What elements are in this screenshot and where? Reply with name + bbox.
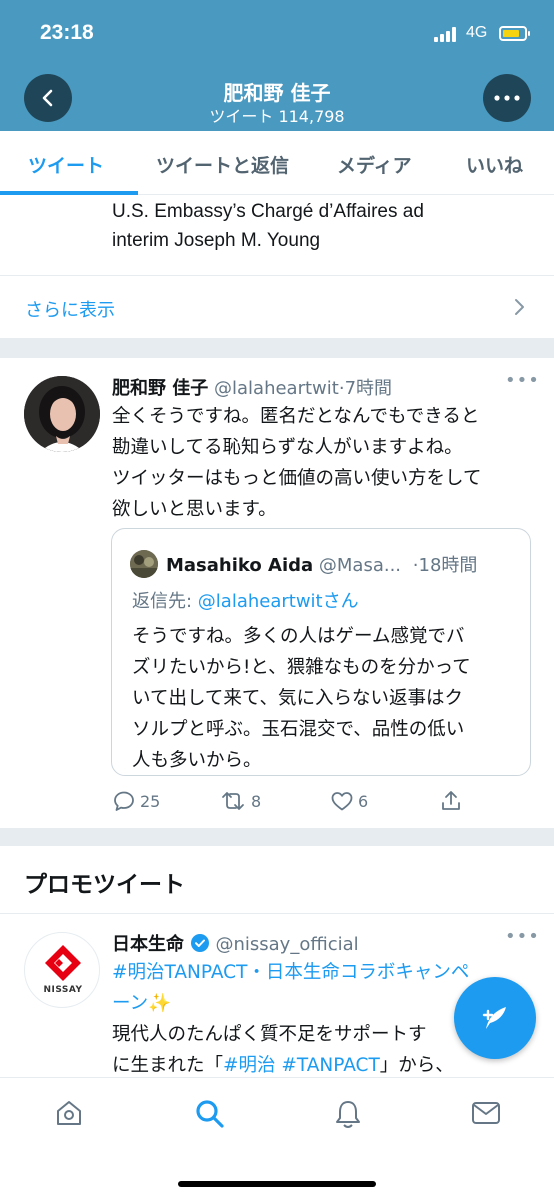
prev-tweet-text: U.S. Embassy’s Chargé d’Affaires ad inte… bbox=[112, 197, 424, 255]
retweet-count: 8 bbox=[251, 791, 262, 811]
tweet-header: 肥和野 佳子 @lalaheartwit·7時間 bbox=[112, 374, 392, 400]
messages-icon[interactable] bbox=[470, 1098, 502, 1128]
promo-avatar[interactable]: NISSAY bbox=[24, 932, 100, 1008]
divider bbox=[0, 913, 554, 914]
like-icon bbox=[331, 792, 353, 811]
reply-count: 25 bbox=[140, 791, 161, 811]
reply-button[interactable]: 25 bbox=[112, 789, 160, 813]
hashtag-link[interactable]: #明治 #TANPACT bbox=[223, 1055, 380, 1076]
section-gap bbox=[0, 338, 554, 358]
show-more-link[interactable]: さらに表示 bbox=[25, 296, 115, 322]
quote-avatar bbox=[130, 550, 158, 578]
prev-tweet-line: interim Joseph M. Young bbox=[112, 230, 321, 251]
profile-name: 肥和野 佳子 bbox=[223, 81, 331, 105]
tweet-author-handle[interactable]: @lalaheartwit bbox=[214, 378, 339, 399]
tweet-text-line: 勘違いしてる恥知らずな人がいますよね。 bbox=[112, 437, 463, 458]
home-indicator bbox=[178, 1181, 376, 1187]
quote-text: そうですね。多くの人はゲーム感覚でバ ズリたいから!と、猥雑なものを分かって い… bbox=[132, 621, 520, 776]
tab-tweets-replies[interactable]: ツイートと返信 bbox=[156, 151, 289, 178]
quote-text-line: いて出して来て、気に入らない返事はク bbox=[132, 688, 463, 709]
promo-menu-icon[interactable]: ••• bbox=[505, 926, 540, 947]
active-tab-indicator bbox=[0, 191, 138, 195]
status-bar: 23:18 4G bbox=[0, 0, 554, 66]
hashtag-link[interactable]: ーン bbox=[112, 993, 148, 1014]
hashtag-link[interactable]: #明治TANPACT・日本生命コラボキャンペ bbox=[112, 962, 469, 983]
compose-icon bbox=[482, 1007, 506, 1029]
quoted-tweet[interactable]: Masahiko Aida @Masa... ·18時間 返信先: @lalah… bbox=[111, 528, 531, 776]
like-count: 6 bbox=[358, 791, 369, 811]
sparkles-emoji: ✨ bbox=[148, 993, 172, 1014]
tweet-text-line: 欲しいと思います。 bbox=[112, 499, 277, 520]
share-icon bbox=[442, 791, 460, 810]
tweet-time: ·7時間 bbox=[338, 378, 393, 399]
quote-header: Masahiko Aida @Masa... ·18時間 bbox=[166, 551, 477, 577]
like-button[interactable]: 6 bbox=[330, 789, 368, 813]
promo-author-name[interactable]: 日本生命 bbox=[112, 934, 184, 955]
profile-header: 23:18 4G 肥和野 佳子 ツイート 114,798 bbox=[0, 0, 554, 131]
notifications-icon[interactable] bbox=[333, 1098, 363, 1130]
logo-text: NISSAY bbox=[43, 985, 83, 995]
avatar[interactable] bbox=[24, 376, 100, 452]
promo-author-handle[interactable]: @nissay_official bbox=[215, 934, 358, 955]
tab-tweets[interactable]: ツイート bbox=[28, 151, 104, 178]
divider bbox=[0, 275, 554, 276]
tweet-author-name[interactable]: 肥和野 佳子 bbox=[112, 378, 208, 399]
tweet-text-line: 全くそうですね。匿名だとなんでもできると bbox=[112, 406, 480, 427]
reply-handle-link[interactable]: @lalaheartwitさん bbox=[198, 591, 359, 612]
reply-prefix: 返信先: bbox=[132, 591, 198, 612]
promo-text-line: に生まれた「 bbox=[112, 1055, 224, 1076]
prev-tweet-line: U.S. Embassy’s Chargé d’Affaires ad bbox=[112, 201, 424, 222]
tweet-text-line: ツイッターはもっと価値の高い使い方をして bbox=[112, 468, 482, 489]
more-dots-icon bbox=[494, 95, 520, 101]
profile-tabs: ツイート ツイートと返信 メディア いいね bbox=[0, 131, 554, 195]
tab-likes[interactable]: いいね bbox=[466, 151, 523, 178]
quote-text-line: ズリたいから!と、猥雑なものを分かって bbox=[132, 657, 471, 678]
network-type: 4G bbox=[466, 24, 488, 41]
nissay-logo bbox=[45, 945, 81, 981]
status-time: 23:18 bbox=[40, 21, 94, 44]
promo-header: 日本生命 @nissay_official bbox=[112, 930, 359, 956]
quote-text-line: ソルプと呼ぶ。玉石混交で、品性の低い bbox=[132, 719, 465, 740]
share-button[interactable] bbox=[439, 789, 467, 813]
tab-media[interactable]: メディア bbox=[337, 151, 412, 178]
quote-reply-to: 返信先: @lalaheartwitさん bbox=[132, 587, 359, 613]
signal-icon bbox=[434, 27, 460, 42]
reply-icon bbox=[114, 791, 134, 811]
quote-author-name: Masahiko Aida bbox=[166, 555, 314, 576]
more-button[interactable] bbox=[483, 74, 531, 122]
home-icon[interactable] bbox=[54, 1098, 84, 1128]
retweet-button[interactable]: 8 bbox=[219, 789, 261, 813]
battery-icon bbox=[499, 26, 530, 41]
chevron-right-icon[interactable] bbox=[513, 298, 525, 316]
quote-text-line: そうですね。多くの人はゲーム感覚でバ bbox=[132, 626, 465, 647]
verified-badge-icon bbox=[190, 934, 209, 952]
quote-text-line: 人も多いから。 bbox=[132, 750, 262, 771]
tweet-text: 全くそうですね。匿名だとなんでもできると 勘違いしてる恥知らずな人がいますよね。… bbox=[112, 401, 537, 525]
search-icon[interactable] bbox=[194, 1098, 226, 1130]
tweet-menu-icon[interactable]: ••• bbox=[505, 370, 540, 391]
retweet-icon bbox=[222, 792, 244, 810]
section-gap bbox=[0, 828, 554, 846]
compose-button[interactable] bbox=[454, 977, 536, 1059]
tweet-count: ツイート 114,798 bbox=[209, 107, 345, 126]
promo-text-line: 」から、 bbox=[379, 1055, 454, 1076]
quote-author-handle: @Masa... bbox=[318, 555, 402, 576]
quote-time: ·18時間 bbox=[412, 555, 478, 576]
promoted-heading: プロモツイート bbox=[24, 872, 185, 898]
